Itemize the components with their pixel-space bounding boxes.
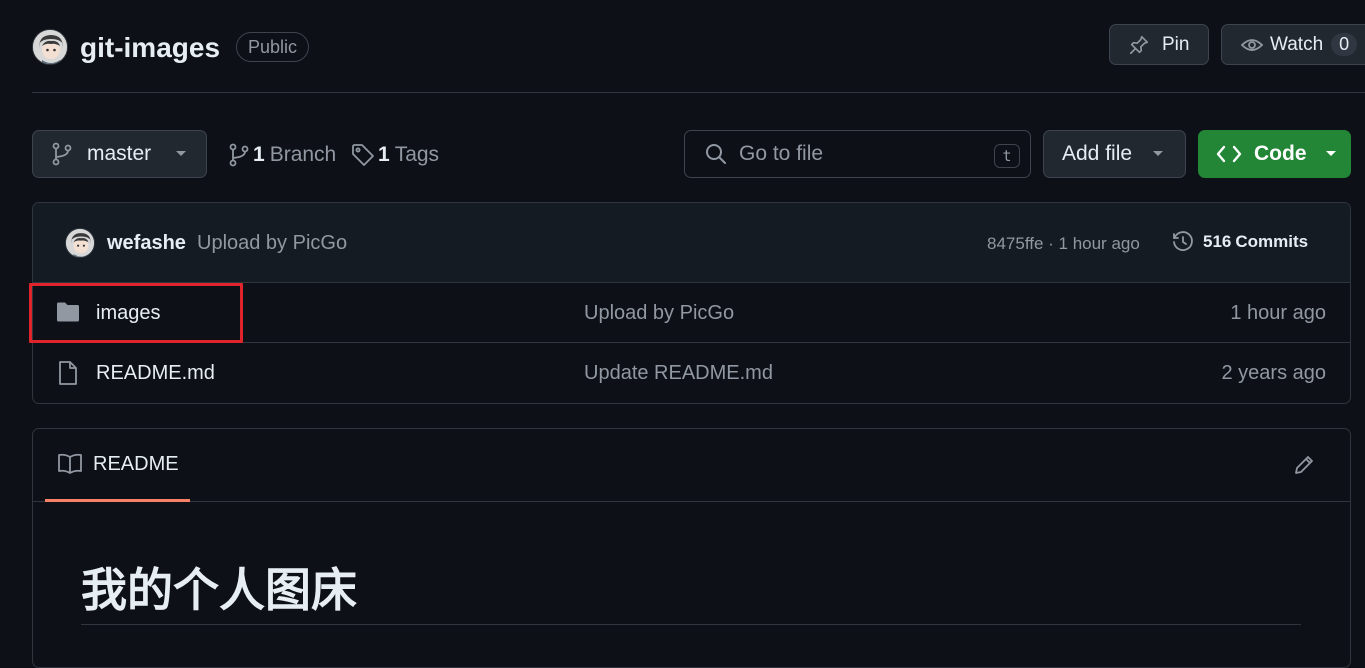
book-icon	[57, 453, 83, 475]
pin-icon	[1128, 34, 1150, 56]
header-divider	[32, 92, 1365, 93]
add-file-button[interactable]: Add file	[1043, 130, 1186, 178]
readme-header: README	[33, 429, 1350, 502]
file-row-readme[interactable]: README.md Update README.md 2 years ago	[33, 343, 1350, 403]
visibility-badge: Public	[236, 32, 310, 62]
branch-name: master	[87, 142, 152, 165]
pin-label: Pin	[1162, 33, 1190, 55]
branch-selector[interactable]: master	[32, 130, 207, 178]
commits-label: Commits	[1235, 232, 1309, 251]
git-branch-icon	[51, 142, 73, 166]
commit-author-link[interactable]: wefashe	[107, 232, 186, 255]
commit-message-link[interactable]: Upload by PicGo	[197, 232, 347, 255]
tag-icon	[351, 143, 375, 167]
search-icon	[705, 143, 727, 165]
chevron-down-icon	[1152, 150, 1164, 158]
readme-panel: README 我的个人图床	[32, 428, 1351, 668]
file-commit-time: 1 hour ago	[1230, 302, 1326, 324]
watch-button[interactable]: Watch 0	[1221, 24, 1365, 65]
tag-label: Tags	[394, 143, 440, 166]
chevron-down-icon	[1325, 150, 1337, 158]
branch-count: 1	[253, 143, 265, 166]
readme-tab[interactable]: README	[45, 429, 190, 502]
chevron-down-icon	[175, 150, 187, 158]
code-icon	[1216, 145, 1242, 163]
file-commit-time: 2 years ago	[1221, 362, 1326, 384]
eye-icon	[1240, 34, 1264, 56]
code-button[interactable]: Code	[1198, 130, 1351, 178]
file-name-link[interactable]: README.md	[96, 362, 215, 385]
add-file-label: Add file	[1062, 142, 1133, 165]
file-commit-message[interactable]: Upload by PicGo	[584, 302, 734, 325]
code-label: Code	[1254, 142, 1307, 165]
tags-link[interactable]: 1 Tags	[351, 140, 439, 170]
go-to-file-input[interactable]: Go to file t	[684, 130, 1031, 178]
readme-heading: 我的个人图床	[81, 563, 357, 617]
watch-count: 0	[1331, 33, 1358, 56]
commits-count: 516	[1203, 232, 1232, 251]
repo-name-link[interactable]: git-images	[80, 30, 220, 66]
repo-owner-avatar[interactable]	[32, 29, 68, 65]
file-icon	[55, 360, 81, 386]
watch-label: Watch	[1270, 33, 1324, 55]
images-folder-highlight-box	[29, 283, 243, 343]
pin-button[interactable]: Pin	[1109, 24, 1209, 65]
commit-author-avatar[interactable]	[65, 228, 95, 258]
commits-history-link[interactable]: 516 Commits	[1171, 230, 1308, 254]
branches-link[interactable]: 1 Branch	[228, 140, 336, 170]
file-commit-message[interactable]: Update README.md	[584, 362, 773, 385]
commit-hash-time[interactable]: 8475ffe · 1 hour ago	[987, 234, 1140, 254]
pencil-icon[interactable]	[1293, 454, 1315, 476]
branch-label: Branch	[269, 143, 337, 166]
search-shortcut-key: t	[994, 144, 1020, 168]
readme-heading-rule	[81, 624, 1301, 625]
history-icon	[1171, 230, 1195, 254]
latest-commit-bar: wefashe Upload by PicGo 8475ffe · 1 hour…	[33, 203, 1350, 283]
search-placeholder: Go to file	[739, 142, 824, 165]
readme-tab-label: README	[93, 452, 179, 475]
tag-count: 1	[378, 143, 390, 166]
avatar-icon	[66, 229, 94, 257]
avatar-icon	[33, 30, 67, 64]
git-branch-icon	[228, 143, 250, 167]
